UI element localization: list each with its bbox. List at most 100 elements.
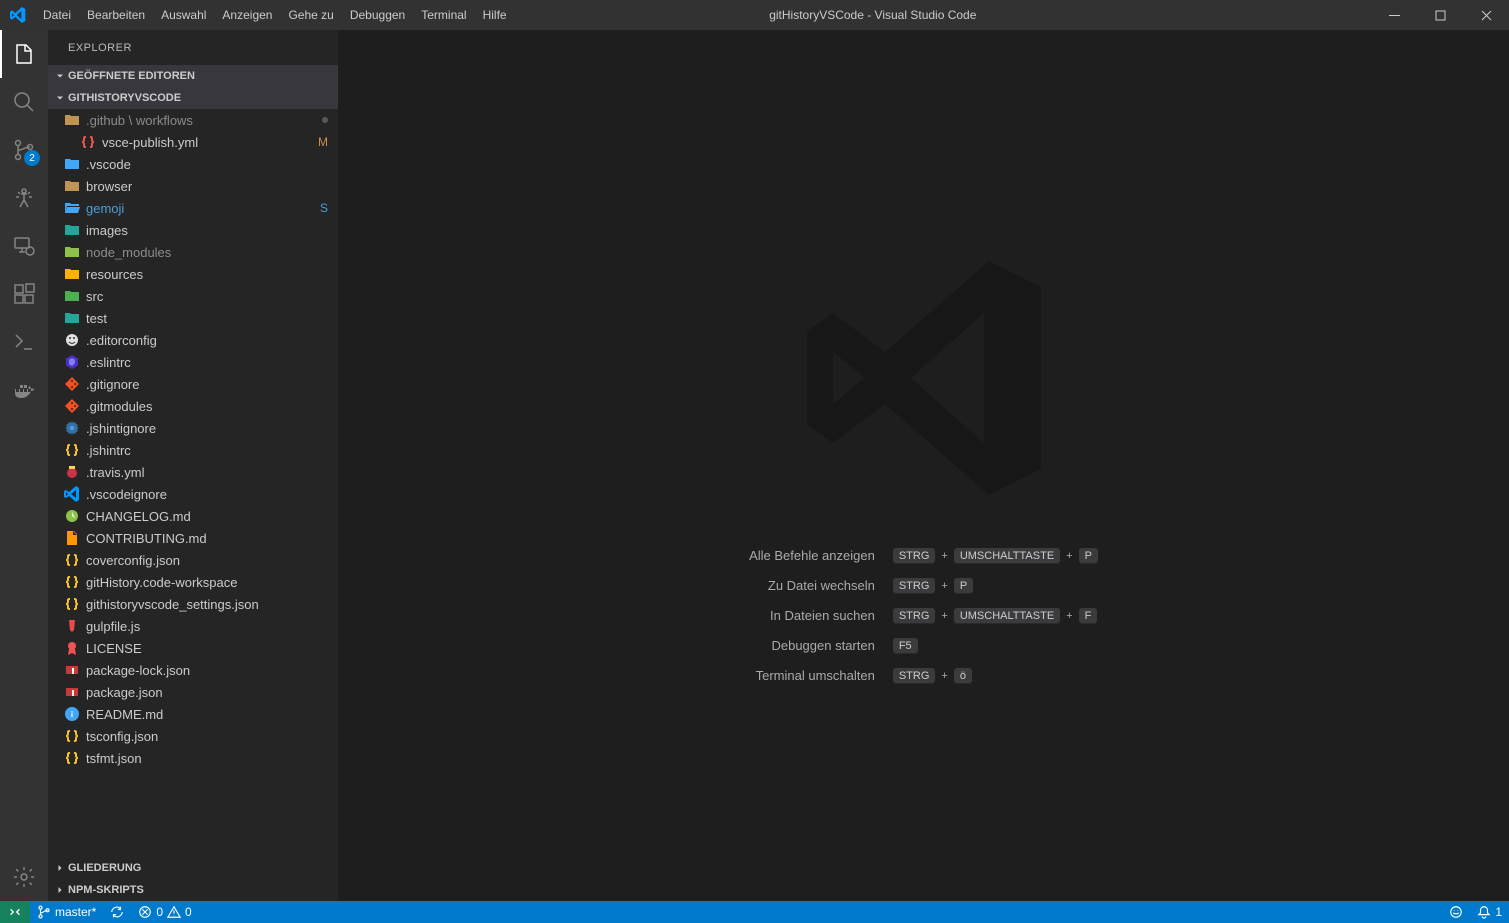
json-icon	[64, 574, 80, 590]
shortcut-label: In Dateien suchen	[749, 608, 875, 623]
settings-gear-icon[interactable]	[0, 853, 48, 901]
title-bar: DateiBearbeitenAuswahlAnzeigenGehe zuDeb…	[0, 0, 1509, 30]
tree-item-label: .gitmodules	[86, 399, 328, 414]
git-icon	[64, 376, 80, 392]
key: ö	[954, 668, 972, 684]
tree-item[interactable]: coverconfig.json	[48, 549, 338, 571]
git-branch-indicator[interactable]: master*	[30, 901, 103, 923]
tree-item[interactable]: .travis.yml	[48, 461, 338, 483]
shortcut-keys: STRG+ö	[893, 668, 1098, 684]
tree-item[interactable]: test	[48, 307, 338, 329]
problems-indicator[interactable]: 0 0	[131, 901, 198, 923]
tree-item-label: githistoryvscode_settings.json	[86, 597, 328, 612]
vscode-icon	[64, 486, 80, 502]
tree-item-label: package.json	[86, 685, 328, 700]
menu-item[interactable]: Debuggen	[342, 0, 413, 30]
remote-explorer-icon[interactable]	[0, 222, 48, 270]
source-control-icon[interactable]: 2	[0, 126, 48, 174]
readme-icon: i	[64, 706, 80, 722]
folder-icon	[64, 112, 80, 128]
workspace-section[interactable]: GITHISTORYVSCODE	[48, 87, 338, 109]
chevron-down-icon	[52, 92, 68, 104]
tree-item[interactable]: .editorconfig	[48, 329, 338, 351]
notifications-indicator[interactable]: 1	[1470, 901, 1509, 923]
folder-teal-icon	[64, 310, 80, 326]
menu-item[interactable]: Bearbeiten	[79, 0, 153, 30]
tree-item[interactable]: .eslintrc	[48, 351, 338, 373]
editorconfig-icon	[64, 332, 80, 348]
tree-item-label: .eslintrc	[86, 355, 328, 370]
npm-scripts-section[interactable]: NPM-SKRIPTS	[48, 879, 338, 901]
folder-green2-icon	[64, 288, 80, 304]
tree-item[interactable]: gulpfile.js	[48, 615, 338, 637]
md-orange-icon	[64, 530, 80, 546]
tree-item[interactable]: tsfmt.json	[48, 747, 338, 769]
tree-item[interactable]: gemojiS	[48, 197, 338, 219]
key: UMSCHALTTASTE	[954, 548, 1060, 564]
tree-item[interactable]: .vscode	[48, 153, 338, 175]
minimize-button[interactable]	[1371, 0, 1417, 30]
key: F5	[893, 638, 918, 654]
folder-blue-icon	[64, 156, 80, 172]
tree-item[interactable]: src	[48, 285, 338, 307]
maximize-button[interactable]	[1417, 0, 1463, 30]
extensions-icon[interactable]	[0, 270, 48, 318]
tree-item-label: resources	[86, 267, 328, 282]
tree-item-label: browser	[86, 179, 328, 194]
folder-icon	[64, 178, 80, 194]
editor-area: Alle Befehle anzeigenSTRG+UMSCHALTTASTE+…	[338, 30, 1509, 901]
tree-item[interactable]: vsce-publish.ymlM	[48, 131, 338, 153]
tree-item[interactable]: .gitmodules	[48, 395, 338, 417]
tree-item[interactable]: githistoryvscode_settings.json	[48, 593, 338, 615]
menu-item[interactable]: Datei	[35, 0, 79, 30]
menu-item[interactable]: Anzeigen	[214, 0, 280, 30]
tree-item-label: CHANGELOG.md	[86, 509, 328, 524]
docker-icon[interactable]	[0, 366, 48, 414]
tree-item[interactable]: .jshintrc	[48, 439, 338, 461]
tree-item-label: node_modules	[86, 245, 328, 260]
eslint-icon	[64, 354, 80, 370]
tree-item[interactable]: images	[48, 219, 338, 241]
tree-item[interactable]: node_modules	[48, 241, 338, 263]
tree-item[interactable]: tsconfig.json	[48, 725, 338, 747]
keyboard-shortcuts-list: Alle Befehle anzeigenSTRG+UMSCHALTTASTE+…	[749, 548, 1098, 684]
tree-item[interactable]: iREADME.md	[48, 703, 338, 725]
tree-item-label: tsconfig.json	[86, 729, 328, 744]
terminal-panel-icon[interactable]	[0, 318, 48, 366]
status-bar: master* 0 0 1	[0, 901, 1509, 923]
tree-item[interactable]: gitHistory.code-workspace	[48, 571, 338, 593]
sidebar-title: EXPLORER	[48, 30, 338, 65]
feedback-icon[interactable]	[1442, 901, 1470, 923]
shortcut-keys: STRG+UMSCHALTTASTE+F	[893, 608, 1098, 624]
menu-item[interactable]: Hilfe	[475, 0, 515, 30]
tree-item[interactable]: CHANGELOG.md	[48, 505, 338, 527]
menu-item[interactable]: Gehe zu	[280, 0, 341, 30]
tree-item[interactable]: LICENSE	[48, 637, 338, 659]
key: STRG	[893, 578, 936, 594]
tree-item[interactable]: .github \ workflows	[48, 109, 338, 131]
tree-item[interactable]: CONTRIBUTING.md	[48, 527, 338, 549]
json-icon	[64, 750, 80, 766]
key: P	[1079, 548, 1098, 564]
tree-item[interactable]: package-lock.json	[48, 659, 338, 681]
tree-item[interactable]: resources	[48, 263, 338, 285]
chevron-down-icon	[52, 70, 68, 82]
tree-item-label: test	[86, 311, 328, 326]
vscode-watermark-icon	[794, 248, 1054, 508]
debug-icon[interactable]	[0, 174, 48, 222]
tree-item-label: vsce-publish.yml	[102, 135, 314, 150]
close-button[interactable]	[1463, 0, 1509, 30]
tree-item[interactable]: browser	[48, 175, 338, 197]
remote-indicator[interactable]	[0, 901, 30, 923]
tree-item[interactable]: package.json	[48, 681, 338, 703]
explorer-icon[interactable]	[0, 30, 48, 78]
tree-item[interactable]: .gitignore	[48, 373, 338, 395]
git-sync-indicator[interactable]	[103, 901, 131, 923]
outline-section[interactable]: GLIEDERUNG	[48, 857, 338, 879]
menu-item[interactable]: Terminal	[413, 0, 474, 30]
tree-item[interactable]: .jshintignore	[48, 417, 338, 439]
search-icon[interactable]	[0, 78, 48, 126]
open-editors-section[interactable]: GEÖFFNETE EDITOREN	[48, 65, 338, 87]
menu-item[interactable]: Auswahl	[153, 0, 214, 30]
tree-item[interactable]: .vscodeignore	[48, 483, 338, 505]
